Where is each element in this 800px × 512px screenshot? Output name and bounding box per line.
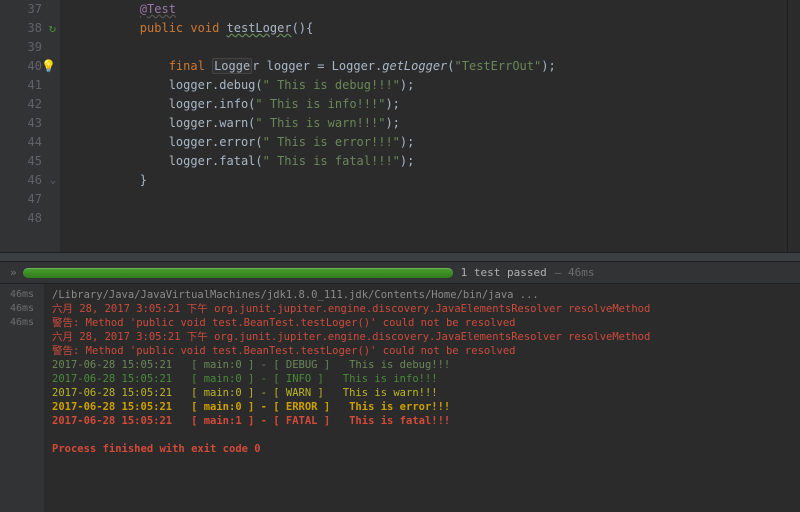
console-line: 警告: Method 'public void test.BeanTest.te… [52, 316, 792, 330]
line-number: 45 [0, 152, 42, 171]
line-number: 41 [0, 76, 42, 95]
console-exit-line: Process finished with exit code 0 [52, 442, 792, 456]
line-number: 42 [0, 95, 42, 114]
console-line: /Library/Java/JavaVirtualMachines/jdk1.8… [52, 288, 792, 302]
test-status-bar: » 1 test passed – 46ms [0, 262, 800, 284]
console-line: 2017-06-28 15:05:21 [ main:1 ] - [ FATAL… [52, 414, 792, 428]
line-number: 40💡 [0, 57, 42, 76]
test-passed-label: 1 test passed [461, 266, 547, 279]
line-number: 47 [0, 190, 42, 209]
line-number: 43 [0, 114, 42, 133]
line-number: 38↻ [0, 19, 42, 38]
run-tool-window: » 1 test passed – 46ms 46ms 46ms 46ms /L… [0, 262, 800, 512]
expand-icon[interactable]: » [10, 266, 15, 279]
code-area[interactable]: @Test public void testLoger(){ final Log… [60, 0, 787, 252]
test-duration: 46ms [0, 302, 44, 316]
console-line: 2017-06-28 15:05:21 [ main:0 ] - [ DEBUG… [52, 358, 792, 372]
line-number: 46⌄ [0, 171, 42, 190]
line-number-gutter: 37 38↻ 39 40💡 41 42 43 44 45 46⌄ 47 48 [0, 0, 60, 252]
test-progress-bar [23, 268, 453, 278]
test-tree-gutter: 46ms 46ms 46ms [0, 284, 44, 512]
line-number: 48 [0, 209, 42, 228]
console-line: 2017-06-28 15:05:21 [ main:0 ] - [ WARN … [52, 386, 792, 400]
tool-window-divider[interactable] [0, 252, 800, 262]
code-editor[interactable]: 37 38↻ 39 40💡 41 42 43 44 45 46⌄ 47 48 @… [0, 0, 800, 252]
test-elapsed-label: – 46ms [555, 266, 595, 279]
console-line: 警告: Method 'public void test.BeanTest.te… [52, 344, 792, 358]
console-line: 2017-06-28 15:05:21 [ main:0 ] - [ ERROR… [52, 400, 792, 414]
editor-scrollbar[interactable] [787, 0, 800, 252]
fold-end-icon[interactable]: ⌄ [50, 171, 56, 190]
run-test-icon[interactable]: ↻ [49, 19, 56, 38]
console-output[interactable]: /Library/Java/JavaVirtualMachines/jdk1.8… [44, 284, 800, 512]
test-duration: 46ms [0, 316, 44, 330]
intention-bulb-icon[interactable]: 💡 [41, 57, 56, 76]
line-number: 39 [0, 38, 42, 57]
console-line: 六月 28, 2017 3:05:21 下午 org.junit.jupiter… [52, 302, 792, 316]
test-duration: 46ms [0, 288, 44, 302]
console-line: 2017-06-28 15:05:21 [ main:0 ] - [ INFO … [52, 372, 792, 386]
console-line: 六月 28, 2017 3:05:21 下午 org.junit.jupiter… [52, 330, 792, 344]
annotation: @Test [140, 2, 176, 16]
line-number: 37 [0, 0, 42, 19]
line-number: 44 [0, 133, 42, 152]
